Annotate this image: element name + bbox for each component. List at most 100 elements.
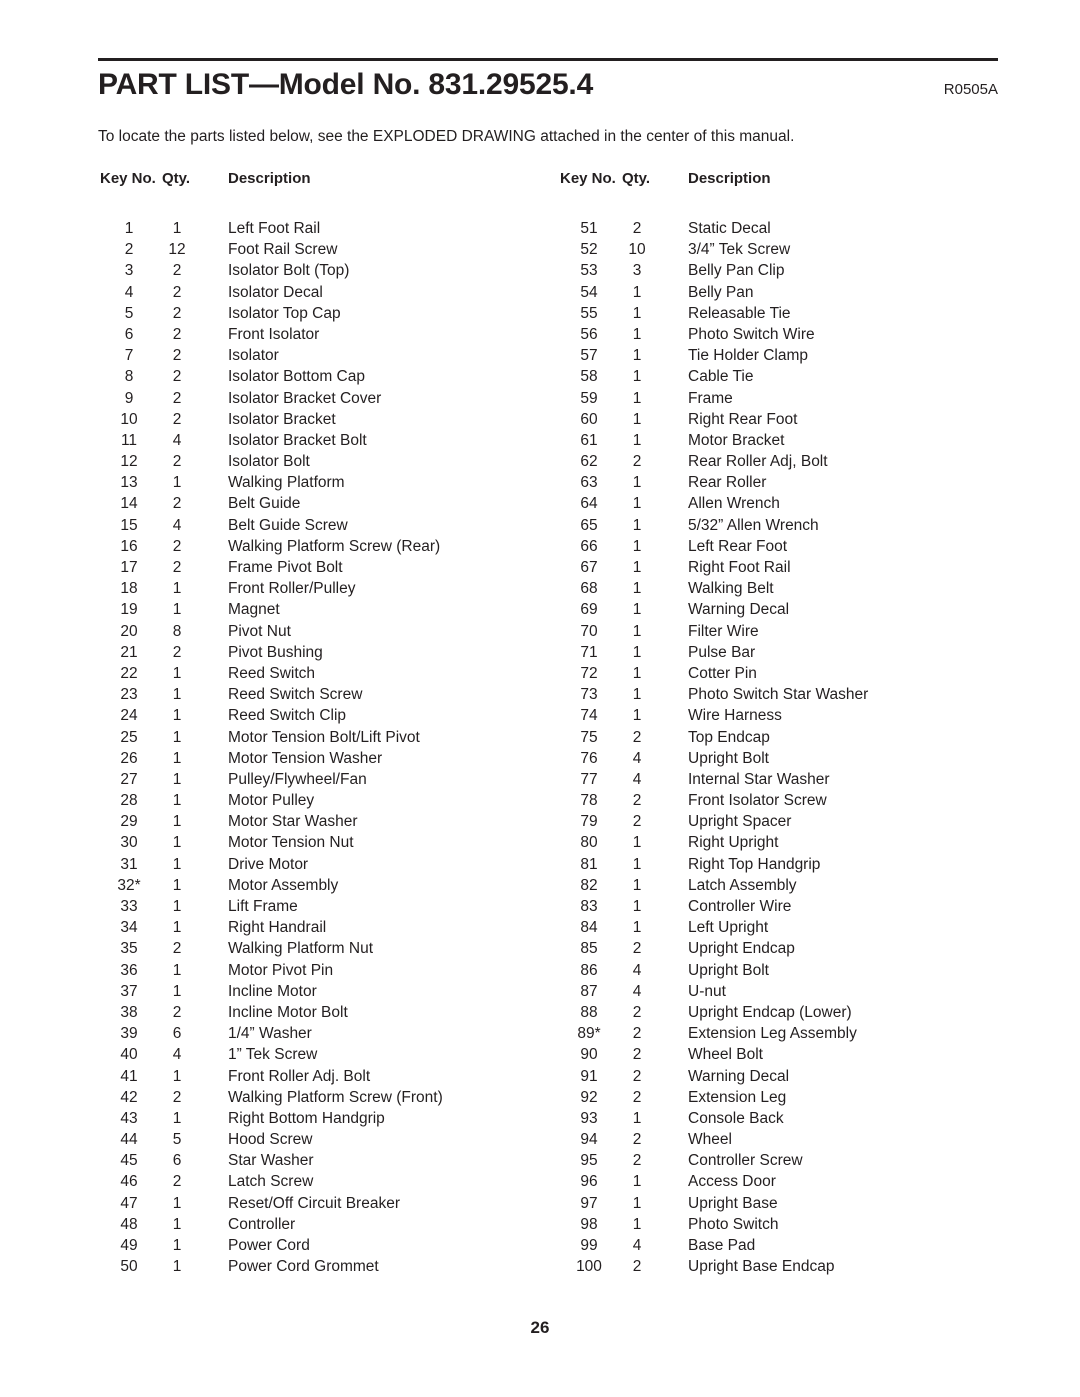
cell-key-no: 43 (120, 1109, 138, 1127)
cell-description: Photo Switch Wire (688, 325, 815, 343)
cell-key-no: 94 (580, 1131, 598, 1149)
cell-key-no: 6 (124, 325, 134, 343)
cell-qty: 1 (172, 220, 182, 237)
cell-description: Walking Platform (228, 474, 345, 492)
table-row: 32* 1 Motor Assembly (100, 877, 570, 898)
table-row: 96 1 Access Door (560, 1173, 1030, 1194)
cell-description: Photo Switch (688, 1215, 779, 1233)
cell-qty: 2 (172, 304, 182, 322)
table-row: 99 4 Base Pad (560, 1237, 1030, 1258)
table-row: 69 1 Warning Decal (560, 601, 1030, 622)
cell-description: Warning Decal (688, 601, 790, 619)
cell-qty: 4 (632, 749, 642, 767)
cell-key-no: 49 (120, 1237, 138, 1254)
table-row: 53 3 Belly Pan Clip (560, 262, 1030, 283)
cell-description: Motor Star Washer (228, 813, 358, 831)
cell-qty: 1 (632, 664, 642, 682)
cell-qty: 1 (172, 749, 182, 767)
cell-key-no: 68 (580, 580, 598, 598)
cell-key-no: 84 (580, 919, 598, 937)
table-row: 75 2 Top Endcap (560, 729, 1030, 750)
cell-key-no: 45 (120, 1152, 138, 1170)
cell-description: Belly Pan (688, 283, 754, 301)
cell-description: Belt Guide (228, 495, 301, 513)
cell-description: Right Top Handgrip (688, 855, 821, 873)
cell-description: Frame Pivot Bolt (228, 559, 343, 576)
column-header-key-no: Key No. (100, 170, 156, 187)
table-row: 11 4 Isolator Bracket Bolt (100, 432, 570, 453)
cell-key-no: 17 (120, 559, 138, 576)
cell-description: Drive Motor (228, 855, 309, 873)
cell-key-no: 78 (580, 792, 598, 810)
cell-qty: 2 (632, 813, 642, 831)
table-row: 21 2 Pivot Bushing (100, 644, 570, 665)
cell-key-no: 97 (580, 1194, 598, 1212)
cell-key-no: 75 (580, 728, 598, 746)
cell-description: Pivot Nut (228, 622, 291, 640)
cell-key-no: 18 (120, 580, 138, 598)
cell-qty: 1 (632, 537, 642, 555)
cell-key-no: 35 (120, 940, 138, 958)
cell-description: Lift Frame (228, 898, 298, 915)
cell-qty: 1 (632, 516, 642, 534)
cell-description: Isolator Bolt (Top) (228, 262, 350, 280)
cell-key-no: 52 (580, 241, 598, 259)
cell-qty: 1 (632, 601, 642, 619)
table-row: 2 12 Foot Rail Screw (100, 241, 570, 262)
column-header-qty: Qty. (622, 170, 651, 187)
cell-key-no: 5 (124, 304, 134, 322)
cell-description: Star Washer (228, 1152, 314, 1170)
cell-qty: 2 (172, 389, 182, 407)
cell-description: Left Foot Rail (228, 220, 321, 237)
page-number: 26 (530, 1318, 550, 1337)
cell-qty: 2 (172, 1173, 182, 1191)
cell-qty: 1 (632, 495, 642, 513)
table-row: 40 4 1” Tek Screw (100, 1046, 570, 1067)
cell-key-no: 44 (120, 1131, 138, 1149)
cell-qty: 2 (172, 410, 182, 428)
table-row: 15 4 Belt Guide Screw (100, 517, 570, 538)
cell-description: Belt Guide Screw (228, 516, 348, 534)
table-row: 14 2 Belt Guide (100, 495, 570, 516)
cell-description: Filter Wire (688, 622, 759, 640)
cell-qty: 2 (172, 940, 182, 958)
cell-description: Right Upright (688, 834, 779, 852)
cell-key-no: 65 (580, 516, 598, 534)
cell-key-no: 95 (580, 1152, 598, 1170)
cell-description: Motor Pivot Pin (228, 961, 334, 979)
cell-key-no: 46 (120, 1173, 138, 1191)
cell-key-no: 80 (580, 834, 598, 852)
cell-key-no: 38 (120, 1003, 138, 1021)
table-row: 19 1 Magnet (100, 601, 570, 622)
cell-key-no: 91 (580, 1067, 598, 1085)
cell-qty: 2 (632, 1088, 642, 1106)
table-row: 100 2 Upright Base Endcap (560, 1258, 1030, 1279)
cell-key-no: 34 (120, 919, 138, 937)
cell-key-no: 24 (120, 707, 138, 725)
cell-key-no: 20 (120, 622, 138, 640)
cell-key-no: 32* (117, 876, 141, 894)
parts-table-right-column: Key No. Qty. Description 51 2 Static Decal… (560, 170, 1030, 1279)
cell-key-no: 7 (124, 347, 134, 365)
table-row: 50 1 Power Cord Grommet (100, 1258, 570, 1279)
cell-description: Rear Roller (688, 474, 767, 492)
cell-key-no: 14 (120, 495, 138, 513)
cell-qty: 1 (172, 728, 182, 746)
table-row: 24 1 Reed Switch Clip (100, 707, 570, 728)
cell-key-no: 87 (580, 982, 598, 1000)
cell-key-no: 23 (120, 686, 138, 704)
cell-key-no: 9 (124, 389, 134, 407)
table-row: 9 2 Isolator Bracket Cover (100, 390, 570, 411)
cell-qty: 1 (632, 304, 642, 322)
cell-key-no: 3 (124, 262, 134, 280)
cell-key-no: 99 (580, 1237, 598, 1254)
cell-description: Extension Leg Assembly (688, 1025, 857, 1043)
cell-qty: 2 (172, 368, 182, 386)
cell-qty: 1 (172, 961, 182, 979)
table-row: 25 1 Motor Tension Bolt/Lift Pivot (100, 729, 570, 750)
cell-qty: 1 (632, 1173, 642, 1191)
cell-key-no: 61 (580, 431, 598, 449)
cell-description: Belly Pan Clip (688, 262, 785, 280)
table-row: 71 1 Pulse Bar (560, 644, 1030, 665)
cell-qty: 2 (632, 1003, 642, 1021)
